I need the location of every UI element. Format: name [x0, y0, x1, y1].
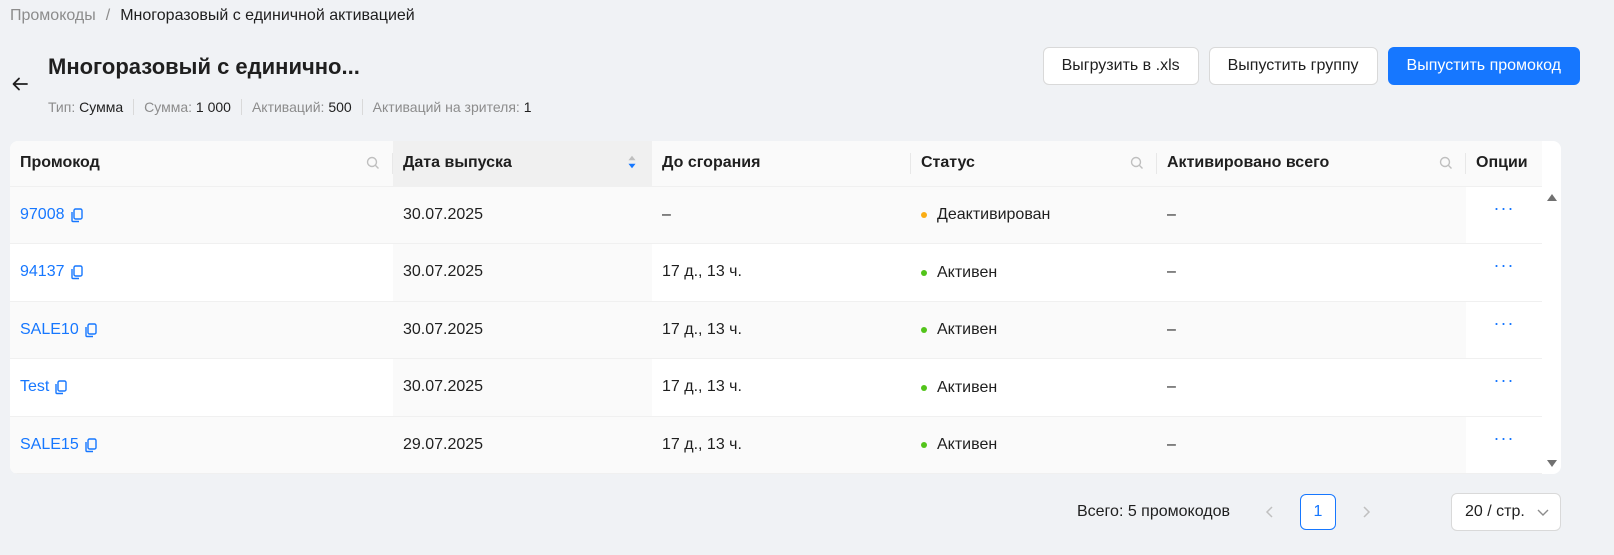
chevron-left-icon [1265, 506, 1273, 518]
caret-down-icon [1547, 460, 1557, 467]
expires-cell: 17 д., 13 ч. [652, 243, 911, 302]
status-badge: Активен [921, 264, 997, 282]
expires-cell: 17 д., 13 ч. [652, 358, 911, 417]
meta-type: Тип: Сумма [48, 99, 124, 115]
table-row: 94137 30.07.2025 17 д., 13 ч. Активен – … [10, 243, 1542, 302]
promocode-link[interactable]: 94137 [20, 263, 85, 281]
chevron-down-icon [1537, 509, 1549, 516]
promocode-link[interactable]: Test [20, 378, 69, 396]
activated-cell: – [1157, 358, 1466, 417]
header-actions: Выгрузить в .xls Выпустить группу Выпуст… [1042, 47, 1580, 85]
column-header-promocode: Промокод [10, 141, 393, 187]
meta-activations: Активаций: 500 [240, 99, 362, 115]
status-dot [921, 384, 927, 391]
more-icon[interactable]: ··· [1494, 198, 1515, 218]
caret-up-icon [1547, 194, 1557, 201]
search-icon[interactable] [1129, 155, 1145, 171]
breadcrumb-separator: / [105, 7, 111, 24]
activated-cell: – [1157, 186, 1466, 244]
promocode-link[interactable]: SALE10 [20, 321, 99, 339]
status-badge: Активен [921, 436, 997, 454]
status-dot [921, 212, 927, 219]
status-dot [921, 442, 927, 449]
pagination: Всего: 5 промокодов 1 [1077, 493, 1384, 531]
activated-cell: – [1157, 243, 1466, 302]
back-button[interactable] [8, 72, 32, 96]
issue-promocode-button[interactable]: Выпустить промокод [1387, 47, 1580, 85]
meta-activations-per-viewer: Активаций на зрителя: 1 [361, 99, 542, 115]
expires-cell: – [652, 186, 911, 244]
status-badge: Деактивирован [921, 206, 1050, 224]
breadcrumb-current: Многоразовый с единичной активацией [120, 7, 415, 24]
activated-cell: – [1157, 301, 1466, 359]
issue-date-cell: 30.07.2025 [393, 301, 652, 359]
issue-date-cell: 29.07.2025 [393, 416, 652, 474]
promo-meta: Тип: Сумма Сумма: 1 000 Активаций: 500 А… [48, 99, 541, 115]
promocode-link[interactable]: SALE15 [20, 436, 99, 454]
expires-cell: 17 д., 13 ч. [652, 301, 911, 359]
scroll-up-button[interactable] [1545, 191, 1559, 205]
status-dot [921, 269, 927, 276]
more-icon[interactable]: ··· [1494, 428, 1515, 448]
column-header-status: Статус [911, 141, 1157, 187]
breadcrumb-promocodes-link[interactable]: Промокоды [10, 7, 96, 25]
status-dot [921, 327, 927, 334]
promocode-link[interactable]: 97008 [20, 206, 85, 224]
column-header-issue-date[interactable]: Дата выпуска [393, 141, 652, 187]
export-xls-button[interactable]: Выгрузить в .xls [1042, 47, 1199, 85]
table-row: SALE15 29.07.2025 17 д., 13 ч. Активен –… [10, 416, 1542, 474]
promocodes-table: Промокод Дата выпуска До сгорания Статус [10, 141, 1561, 474]
issue-date-cell: 30.07.2025 [393, 358, 652, 417]
table-row: Test 30.07.2025 17 д., 13 ч. Активен – ·… [10, 358, 1542, 417]
column-header-activated-total: Активировано всего [1157, 141, 1466, 187]
page-size-value: 20 / стр. [1465, 503, 1525, 520]
issue-group-button[interactable]: Выпустить группу [1208, 47, 1378, 85]
page-title: Многоразовый с единично... [48, 54, 360, 79]
more-icon[interactable]: ··· [1494, 313, 1515, 333]
issue-date-cell: 30.07.2025 [393, 243, 652, 302]
page-size-select[interactable]: 20 / стр. [1451, 493, 1561, 531]
chevron-right-icon [1363, 506, 1371, 518]
sort-icon[interactable] [624, 154, 640, 170]
status-badge: Активен [921, 379, 997, 397]
scroll-down-button[interactable] [1545, 456, 1559, 470]
table-header-row: Промокод Дата выпуска До сгорания Статус [10, 141, 1542, 187]
expires-cell: 17 д., 13 ч. [652, 416, 911, 474]
next-page-button[interactable] [1348, 494, 1384, 530]
status-badge: Активен [921, 321, 997, 339]
more-icon[interactable]: ··· [1494, 255, 1515, 275]
activated-cell: – [1157, 416, 1466, 474]
prev-page-button[interactable] [1252, 494, 1288, 530]
issue-date-cell: 30.07.2025 [393, 186, 652, 244]
copy-icon[interactable] [69, 264, 85, 280]
copy-icon[interactable] [53, 379, 69, 395]
back-arrow-icon [12, 77, 28, 91]
search-icon[interactable] [1438, 155, 1454, 171]
column-header-expires: До сгорания [652, 141, 911, 187]
breadcrumb: Промокоды / Многоразовый с единичной акт… [10, 7, 415, 25]
search-icon[interactable] [365, 155, 381, 171]
total-count: Всего: 5 промокодов [1076, 503, 1230, 520]
meta-amount: Сумма: 1 000 [133, 99, 241, 115]
more-icon[interactable]: ··· [1494, 370, 1515, 390]
table-row: SALE10 30.07.2025 17 д., 13 ч. Активен –… [10, 301, 1542, 359]
copy-icon[interactable] [83, 322, 99, 338]
column-header-options: Опции [1466, 141, 1542, 187]
copy-icon[interactable] [69, 207, 85, 223]
table-row: 97008 30.07.2025 – Деактивирован – ··· [10, 186, 1542, 244]
copy-icon[interactable] [83, 437, 99, 453]
page-1-button[interactable]: 1 [1300, 494, 1336, 530]
